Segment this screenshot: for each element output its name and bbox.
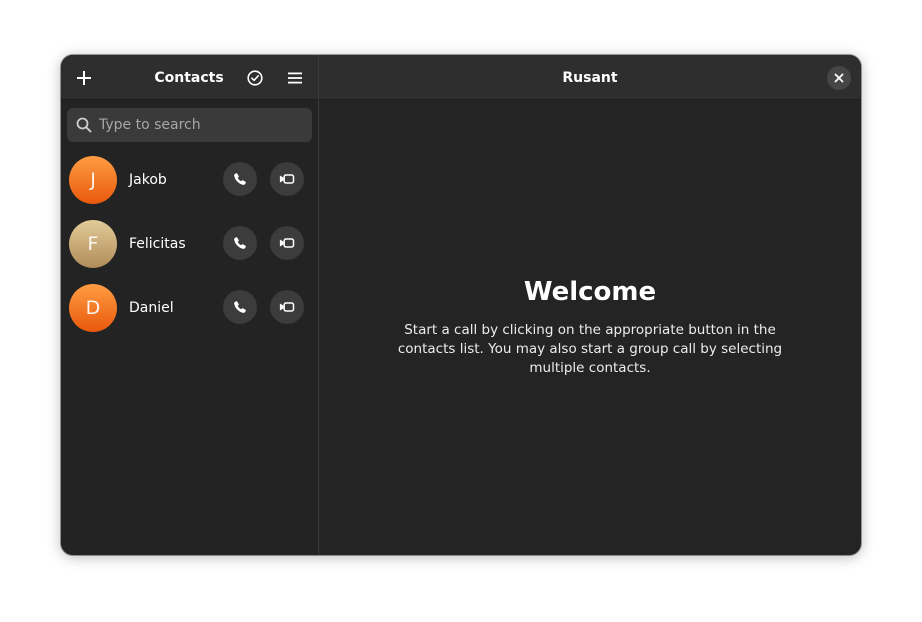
audio-call-button[interactable] — [223, 226, 257, 260]
video-call-button[interactable] — [270, 226, 304, 260]
audio-call-button[interactable] — [223, 162, 257, 196]
avatar: D — [69, 284, 117, 332]
welcome-description: Start a call by clicking on the appropri… — [397, 322, 783, 376]
plus-icon — [77, 71, 91, 85]
contact-name: Jakob — [129, 172, 167, 188]
content-header: Rusant — [319, 55, 861, 100]
contact-row[interactable]: D Daniel — [61, 276, 318, 340]
contact-name: Daniel — [129, 300, 174, 316]
video-camera-icon — [279, 174, 295, 184]
main-menu-button[interactable] — [280, 63, 310, 93]
phone-icon — [234, 301, 246, 313]
avatar: F — [69, 220, 117, 268]
add-contact-button[interactable] — [69, 63, 99, 93]
contact-name: Felicitas — [129, 236, 186, 252]
avatar-initial: D — [85, 297, 101, 319]
app-window: Contacts Type to search J Jakob F Felici… — [61, 55, 861, 555]
window-title: Rusant — [562, 69, 618, 86]
avatar: J — [69, 156, 117, 204]
video-camera-icon — [279, 238, 295, 248]
phone-icon — [234, 237, 246, 249]
search-box[interactable] — [67, 108, 312, 142]
hamburger-menu-icon — [288, 72, 302, 84]
contact-row[interactable]: F Felicitas — [61, 212, 318, 276]
phone-icon — [234, 173, 246, 185]
search-icon — [76, 117, 92, 133]
video-call-button[interactable] — [270, 290, 304, 324]
sidebar-header: Contacts — [61, 55, 318, 100]
sidebar-title: Contacts — [154, 69, 224, 86]
contact-row[interactable]: J Jakob — [61, 148, 318, 212]
welcome-title: Welcome — [523, 277, 657, 307]
audio-call-button[interactable] — [223, 290, 257, 324]
avatar-initial: F — [87, 233, 99, 255]
contacts-sidebar: Contacts Type to search J Jakob F Felici… — [61, 55, 319, 555]
close-button[interactable] — [827, 66, 851, 90]
video-camera-icon — [279, 302, 295, 312]
video-call-button[interactable] — [270, 162, 304, 196]
welcome-status-page: Welcome Start a call by clicking on the … — [319, 277, 861, 378]
avatar-initial: J — [90, 169, 96, 191]
main-content: Rusant Welcome Start a call by clicking … — [319, 55, 861, 555]
search-input[interactable] — [97, 116, 301, 134]
check-circle-icon — [247, 70, 263, 86]
select-mode-button[interactable] — [240, 63, 270, 93]
close-icon — [834, 73, 844, 83]
